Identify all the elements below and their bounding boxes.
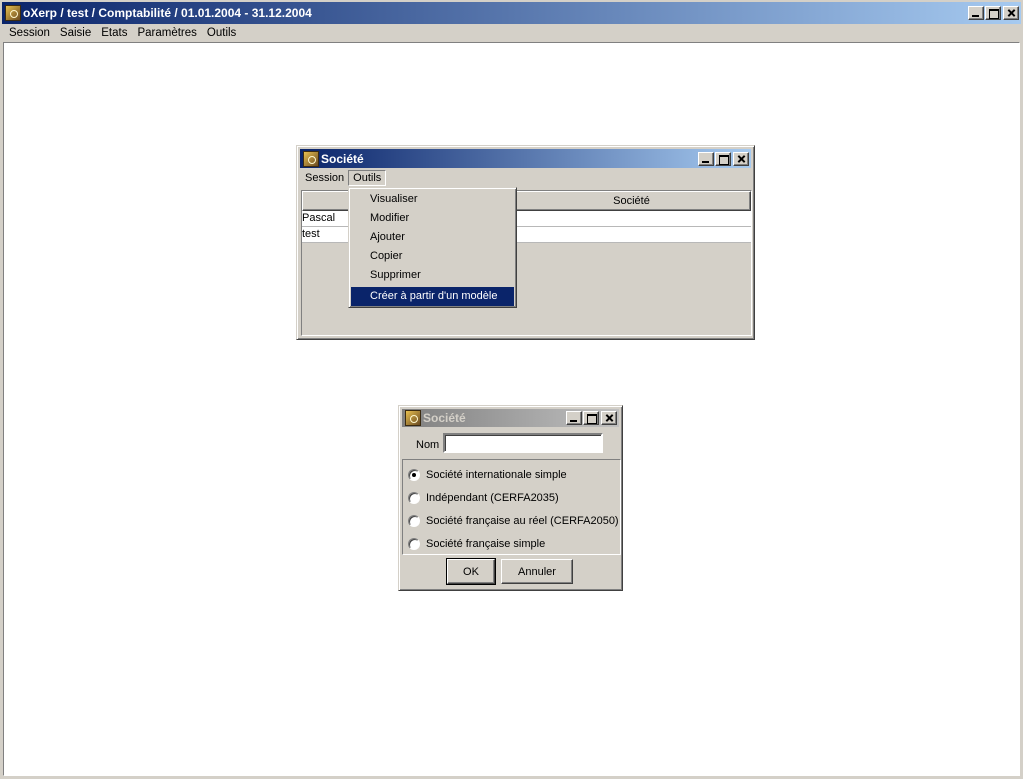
column-header-societe[interactable]: Société xyxy=(512,191,751,211)
app-logo-icon[interactable] xyxy=(5,5,21,21)
maximize-icon[interactable] xyxy=(985,6,1001,20)
societe-menubar: Session Outils xyxy=(301,169,387,187)
radio-button[interactable] xyxy=(408,537,420,550)
menu-saisie[interactable]: Saisie xyxy=(55,27,96,39)
main-window-title: oXerp / test / Comptabilité / 01.01.2004… xyxy=(23,6,312,20)
radio-label: Indépendant (CERFA2035) xyxy=(426,491,559,504)
minimize-icon[interactable] xyxy=(698,151,714,166)
window-logo-icon[interactable] xyxy=(303,150,319,167)
dialog-title: Société xyxy=(423,411,466,425)
radio-label: Société française simple xyxy=(426,537,546,550)
main-titlebar[interactable]: oXerp / test / Comptabilité / 01.01.2004… xyxy=(2,2,1021,24)
menu-item-copier[interactable]: Copier xyxy=(351,247,514,266)
menu-parametres[interactable]: Paramètres xyxy=(132,27,201,39)
radio-option-independant[interactable]: Indépendant (CERFA2035) xyxy=(403,486,620,509)
nom-label: Nom xyxy=(416,439,440,451)
radio-button[interactable] xyxy=(408,468,420,481)
menu-item-creer-modele[interactable]: Créer à partir d'un modèle xyxy=(351,287,514,306)
nom-input[interactable] xyxy=(443,433,603,453)
maximize-icon[interactable] xyxy=(583,411,599,425)
dialog-titlebar[interactable]: Société xyxy=(402,409,619,427)
societe-menu-session[interactable]: Session xyxy=(301,171,348,185)
close-icon[interactable] xyxy=(1003,6,1019,20)
radio-label: Société française au réel (CERFA2050) xyxy=(426,514,619,527)
outils-dropdown-menu: Visualiser Modifier Ajouter Copier Suppr… xyxy=(348,187,517,308)
societe-window-title: Société xyxy=(321,151,364,166)
menu-etats[interactable]: Etats xyxy=(96,27,132,39)
cancel-button[interactable]: Annuler xyxy=(501,559,573,584)
table-cell xyxy=(512,227,751,242)
minimize-icon[interactable] xyxy=(968,6,984,20)
main-menubar: Session Saisie Etats Paramètres Outils xyxy=(4,24,241,42)
menu-item-ajouter[interactable]: Ajouter xyxy=(351,228,514,247)
dialog-logo-icon[interactable] xyxy=(405,410,421,426)
societe-menu-outils[interactable]: Outils xyxy=(348,170,387,186)
societe-type-group: Société internationale simple Indépendan… xyxy=(402,459,621,555)
menu-item-visualiser[interactable]: Visualiser xyxy=(351,190,514,209)
minimize-icon[interactable] xyxy=(566,411,582,425)
societe-titlebar[interactable]: Société xyxy=(300,149,751,168)
radio-button[interactable] xyxy=(408,514,420,527)
ok-button[interactable]: OK xyxy=(446,558,496,585)
maximize-icon[interactable] xyxy=(715,151,731,166)
societe-dialog: Société Nom Société internationale simpl… xyxy=(398,405,623,591)
main-window: oXerp / test / Comptabilité / 01.01.2004… xyxy=(0,0,1023,779)
close-icon[interactable] xyxy=(733,151,749,166)
menu-item-supprimer[interactable]: Supprimer xyxy=(351,266,514,285)
menu-session[interactable]: Session xyxy=(4,27,55,39)
radio-button[interactable] xyxy=(408,491,420,504)
menu-outils[interactable]: Outils xyxy=(202,27,241,39)
radio-option-internationale[interactable]: Société internationale simple xyxy=(403,463,620,486)
radio-option-francaise-simple[interactable]: Société française simple xyxy=(403,532,620,555)
table-cell xyxy=(512,211,751,226)
menu-item-modifier[interactable]: Modifier xyxy=(351,209,514,228)
radio-option-francaise-reel[interactable]: Société française au réel (CERFA2050) xyxy=(403,509,620,532)
radio-label: Société internationale simple xyxy=(426,468,567,481)
close-icon[interactable] xyxy=(601,411,617,425)
